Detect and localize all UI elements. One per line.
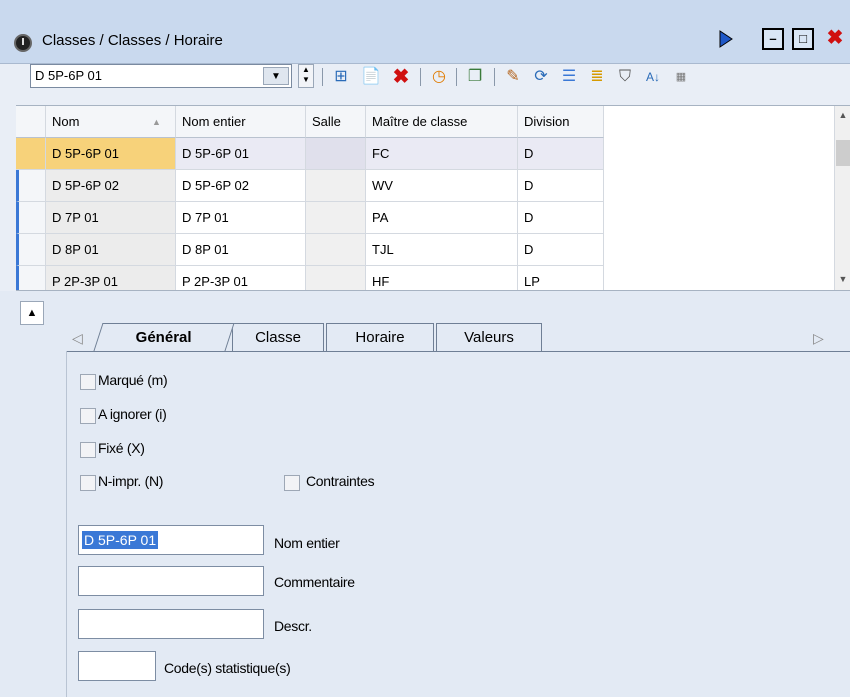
table-cell[interactable]: HF bbox=[366, 266, 518, 290]
sort-ascending-icon: ▲ bbox=[152, 117, 161, 127]
table-cell[interactable] bbox=[306, 266, 366, 290]
window-title: Classes / Classes / Horaire bbox=[42, 32, 223, 49]
table-cell[interactable]: D 7P 01 bbox=[176, 202, 306, 234]
row-indicator[interactable] bbox=[16, 234, 46, 266]
table-cell[interactable]: D 8P 01 bbox=[46, 234, 176, 266]
list-icon[interactable]: ☰ bbox=[558, 66, 580, 88]
general-tab-content bbox=[66, 351, 850, 697]
ignorer-label: A ignorer (i) bbox=[98, 406, 167, 422]
combo-value: D 5P-6P 01 bbox=[35, 68, 102, 83]
palette-icon[interactable]: ✎ bbox=[502, 66, 524, 88]
table-cell[interactable]: D bbox=[518, 234, 604, 266]
maximize-button[interactable]: □ bbox=[792, 28, 814, 50]
column-header[interactable]: Nom entier bbox=[176, 106, 306, 138]
nimpr-label: N-impr. (N) bbox=[98, 473, 164, 489]
table-cell[interactable]: TJL bbox=[366, 234, 518, 266]
scroll-down-icon[interactable]: ▼ bbox=[835, 274, 850, 288]
contraintes-label: Contraintes bbox=[306, 473, 375, 489]
nom-entier-value: D 5P-6P 01 bbox=[82, 531, 159, 549]
clock-icon[interactable]: ◷ bbox=[428, 66, 450, 88]
table-cell[interactable] bbox=[306, 202, 366, 234]
sort-icon[interactable]: A↓ bbox=[642, 66, 664, 88]
table-cell[interactable]: FC bbox=[366, 138, 518, 170]
table-cell[interactable]: D 5P-6P 01 bbox=[176, 138, 306, 170]
table-cell[interactable]: P 2P-3P 01 bbox=[46, 266, 176, 290]
tab-classe[interactable]: Classe bbox=[232, 323, 324, 351]
delete-icon[interactable]: ✖ bbox=[390, 66, 412, 88]
classes-table: Nom Nom entier Salle Maître de classe Divisi… bbox=[16, 105, 850, 291]
table-cell[interactable]: P 2P-3P 01 bbox=[176, 266, 306, 290]
tab-valeurs[interactable]: Valeurs bbox=[436, 323, 542, 351]
scrollbar-thumb[interactable] bbox=[836, 140, 850, 166]
table-cell[interactable]: D 7P 01 bbox=[46, 202, 176, 234]
commentaire-label: Commentaire bbox=[274, 574, 355, 590]
table-cell[interactable]: D 5P-6P 02 bbox=[46, 170, 176, 202]
nom-entier-field[interactable]: D 5P-6P 01 bbox=[78, 525, 264, 555]
tab-scroll-right-icon[interactable]: ▷ bbox=[813, 330, 824, 347]
table-settings-icon[interactable]: ▦ bbox=[670, 66, 692, 88]
copy-icon[interactable]: ❐ bbox=[464, 66, 486, 88]
contraintes-checkbox[interactable] bbox=[284, 475, 300, 491]
toolbar-separator bbox=[494, 68, 495, 86]
tab-general[interactable]: Général bbox=[93, 323, 235, 351]
table-cell[interactable]: PA bbox=[366, 202, 518, 234]
descr-field[interactable] bbox=[78, 609, 264, 639]
table-cell[interactable]: D bbox=[518, 138, 604, 170]
marque-checkbox[interactable] bbox=[80, 374, 96, 390]
collapse-button[interactable]: ▲ bbox=[20, 301, 44, 325]
nom-entier-label: Nom entier bbox=[274, 535, 340, 551]
toolbar-separator bbox=[456, 68, 457, 86]
toolbar-separator bbox=[420, 68, 421, 86]
toolbar-separator bbox=[322, 68, 323, 86]
tab-scroll-left-icon[interactable]: ◁ bbox=[72, 330, 83, 347]
chevron-down-icon[interactable]: ▼ bbox=[263, 67, 289, 85]
column-header[interactable]: Salle bbox=[306, 106, 366, 138]
row-header-corner bbox=[16, 106, 46, 138]
ignorer-checkbox[interactable] bbox=[80, 408, 96, 424]
filter-icon[interactable]: ⛉ bbox=[614, 66, 636, 88]
column-header[interactable]: Maître de classe bbox=[366, 106, 518, 138]
fixe-label: Fixé (X) bbox=[98, 440, 145, 456]
table-cell[interactable] bbox=[306, 138, 366, 170]
table-cell[interactable]: D 5P-6P 02 bbox=[176, 170, 306, 202]
scroll-up-icon[interactable]: ▲ bbox=[835, 110, 850, 124]
table-cell[interactable]: WV bbox=[366, 170, 518, 202]
refresh-icon[interactable]: ⟳ bbox=[530, 66, 552, 88]
nimpr-checkbox[interactable] bbox=[80, 475, 96, 491]
tab-horaire[interactable]: Horaire bbox=[326, 323, 434, 351]
column-header[interactable]: Division bbox=[518, 106, 604, 138]
table-cell[interactable]: D 5P-6P 01 bbox=[46, 138, 176, 170]
class-selector-combo[interactable]: D 5P-6P 01 ▼ bbox=[30, 64, 292, 88]
row-indicator[interactable] bbox=[16, 266, 46, 290]
descr-label: Descr. bbox=[274, 618, 312, 634]
code-statistique-field[interactable] bbox=[78, 651, 156, 681]
table-cell[interactable] bbox=[306, 234, 366, 266]
row-indicator[interactable] bbox=[16, 170, 46, 202]
play-icon[interactable] bbox=[719, 30, 733, 48]
marque-label: Marqué (m) bbox=[98, 372, 168, 388]
spinner-icon[interactable]: ▲ ▼ bbox=[298, 64, 314, 88]
fixe-checkbox[interactable] bbox=[80, 442, 96, 458]
grid-icon[interactable]: ⊞ bbox=[330, 66, 352, 88]
clock-app-icon bbox=[14, 34, 32, 52]
code-statistique-label: Code(s) statistique(s) bbox=[164, 660, 291, 676]
close-button[interactable]: ✖ bbox=[822, 28, 848, 50]
table-cell[interactable] bbox=[306, 170, 366, 202]
table-cell[interactable]: D bbox=[518, 202, 604, 234]
table-cell[interactable]: D 8P 01 bbox=[176, 234, 306, 266]
new-icon[interactable]: 📄 bbox=[360, 66, 382, 88]
minimize-button[interactable]: – bbox=[762, 28, 784, 50]
commentaire-field[interactable] bbox=[78, 566, 264, 596]
table-cell[interactable]: D bbox=[518, 170, 604, 202]
vertical-scrollbar[interactable]: ▲ ▼ bbox=[834, 106, 850, 290]
row-indicator[interactable] bbox=[16, 202, 46, 234]
row-indicator[interactable] bbox=[16, 138, 46, 170]
table-cell[interactable]: LP bbox=[518, 266, 604, 290]
edit-list-icon[interactable]: ≣ bbox=[586, 66, 608, 88]
